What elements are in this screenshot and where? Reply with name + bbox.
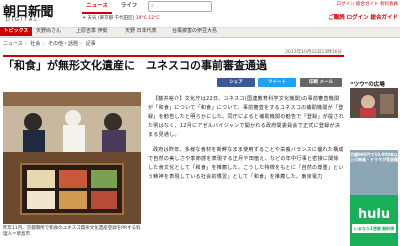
twitter-share-button[interactable]: ツイート (258, 78, 296, 87)
article-body: 【藤井裕介】文化庁は22日、ユネスコ(国連教育科学文化機関)の事前審査機関が「和… (148, 95, 344, 188)
print-mail-button[interactable]: 印刷 メール (300, 78, 342, 87)
breadcrumb: ニュース › 社会 › その他・話題 › 記事 (3, 41, 96, 47)
topic-link[interactable]: 天野 日本代表 (125, 27, 157, 36)
article-paragraph: 【藤井裕介】文化庁は22日、ユネスコ(国連教育科学文化機関)の事前審査機関が「和… (148, 96, 344, 138)
breadcrumb-item[interactable]: ニュース (3, 41, 23, 47)
ad-banner-text[interactable]: 月額980円で10,000本以上の映画・ドラマが見放題 (350, 152, 398, 162)
sidebar-heading: “ツウ”の広場 (350, 82, 385, 88)
hulu-logo: hulu (357, 207, 391, 222)
photo-caption: 昨年11月、京都御所で和食のユネスコ無形文化遺産登録をPRする料理人＝草島市 (3, 226, 141, 237)
nav-tab-life[interactable]: ライフ (114, 0, 144, 12)
search-icon: ⌕ (151, 3, 154, 9)
weather-widget[interactable]: ☀ 天気 (東京都 千代田区) 19°C 12°C (82, 15, 202, 21)
topic-link[interactable]: 天野尚さん (36, 27, 61, 36)
sidebar-thumbnail[interactable] (350, 88, 398, 118)
article-photo[interactable] (3, 92, 141, 224)
thumbnail-image (350, 88, 398, 118)
topic-link[interactable]: 台風被害の伊豆大島 (172, 27, 217, 36)
photo-illustration (3, 92, 141, 224)
breadcrumb-item[interactable]: その他・話題 (48, 41, 78, 47)
article-paragraph: 政府は昨年、多様な食材を新鮮なまま使用することや栄養バランスに優れた構成で自然の… (148, 147, 344, 180)
topic-link[interactable]: 上原吉季 伊勢 (76, 27, 108, 36)
site-logo-subtitle: DIGITAL (6, 17, 40, 23)
weather-location: 天気 (東京都 千代田区) (87, 16, 135, 21)
hulu-cta-button[interactable]: いまなら2週間 無料視聴 (352, 224, 396, 240)
article-headline: 「和食」が無形文化遺産に ユネスコの事前審査通過 (3, 59, 267, 72)
facebook-share-button[interactable]: シェア (217, 78, 255, 87)
breadcrumb-item: 記事 (85, 41, 96, 47)
weather-temperature: 19°C 12°C (135, 16, 160, 21)
weather-icon: ☀ (82, 16, 87, 21)
search-input[interactable]: ⌕ (148, 1, 212, 12)
header-account-links[interactable]: ログイン 総合ガイド 有料会員 (300, 1, 398, 7)
nav-tab-news[interactable]: ニュース (82, 0, 112, 14)
topics-label: トピックス (0, 27, 32, 36)
breadcrumb-item[interactable]: 社会 (30, 41, 40, 47)
subscribe-links[interactable]: ご購読 ログイン 総合ガイド (255, 13, 398, 21)
